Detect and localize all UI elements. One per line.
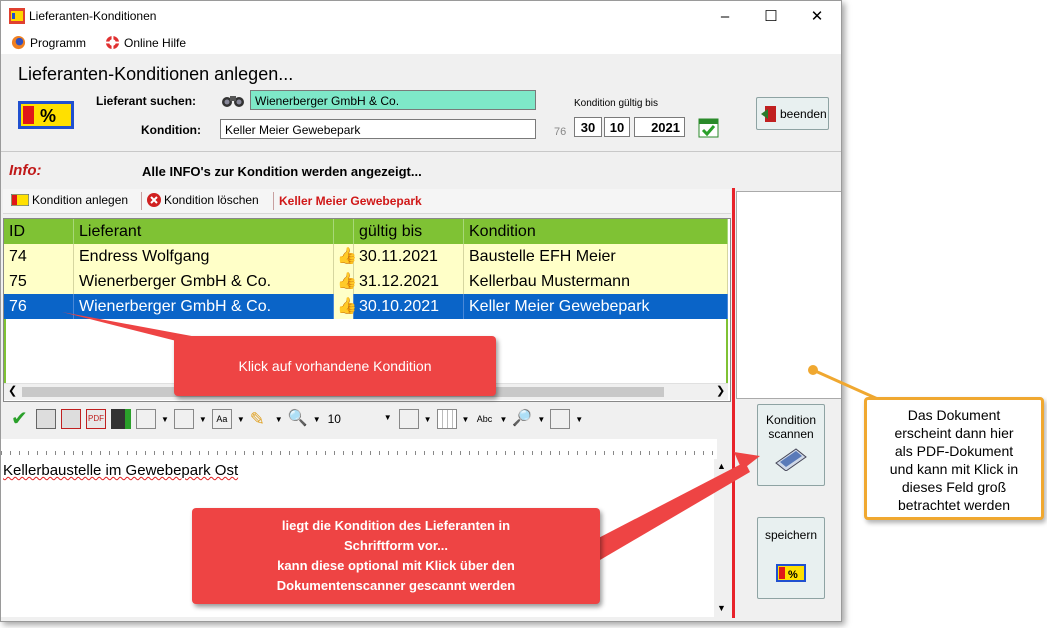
callout-line: dieses Feld groß xyxy=(901,479,1007,495)
callout-line: als PDF-Dokument xyxy=(894,443,1014,459)
orange-connector xyxy=(812,368,881,402)
callout-line: erscheint dann hier xyxy=(894,425,1014,441)
callout-text: Klick auf vorhandene Kondition xyxy=(238,358,432,374)
callout-text: gescannt werden xyxy=(405,578,516,593)
callout-emphasis: Dokumentenscanner xyxy=(276,578,406,593)
callout-line: Dokumentenscanner gescannt werden xyxy=(192,576,600,596)
callout-line: betrachtet werden xyxy=(897,497,1011,513)
orange-dot xyxy=(808,365,818,375)
callout-scan-hint: liegt die Kondition des Lieferanten in S… xyxy=(192,508,600,604)
callout-line: Schriftform vor... xyxy=(343,538,449,553)
callout-line: und kann mit Klick in xyxy=(889,461,1019,477)
arrow-to-scan-button xyxy=(585,462,750,560)
callout-line: kann diese optional mit Klick über den xyxy=(277,558,515,573)
callout-click-hint: Klick auf vorhandene Kondition xyxy=(174,336,496,396)
callout-line: liegt die Kondition des Lieferanten in xyxy=(281,518,511,533)
callout-document-hint: Das Dokument erscheint dann hier als PDF… xyxy=(864,397,1044,520)
callout-line: Das Dokument xyxy=(907,407,1001,423)
